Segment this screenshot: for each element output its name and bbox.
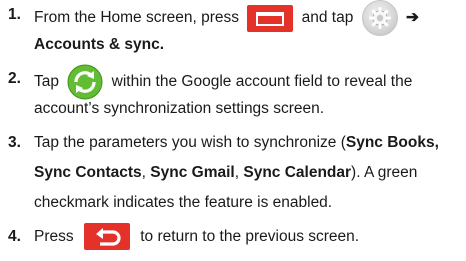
step-text: Press — [34, 228, 74, 245]
step-number: 1. — [8, 6, 21, 23]
back-icon — [83, 223, 130, 251]
instruction-list: 1. From the Home screen, press and tap ➔… — [0, 0, 466, 261]
step-text: within the Google account field to revea… — [111, 73, 413, 91]
sync-gmail-label: Sync Gmail — [150, 164, 235, 181]
menu-icon — [247, 4, 294, 32]
step-1-line-1: From the Home screen, press and tap ➔ — [34, 0, 460, 36]
step-4-line-1: Press to return to the previous screen. — [34, 222, 460, 252]
step-text: Tap — [34, 73, 59, 91]
step-text: Tap the parameters you wish to synchroni… — [34, 134, 346, 151]
accounts-sync-label: Accounts & sync. — [34, 36, 165, 53]
step-2-line-1: Tap within the Google account field to r… — [34, 64, 460, 100]
step-number: 3. — [8, 134, 21, 151]
step-3-line-1: Tap the parameters you wish to synchroni… — [34, 128, 460, 158]
sync-calendar-label: Sync Calendar — [243, 164, 352, 181]
step-text: ). A green — [351, 164, 418, 181]
step-3-line-3: checkmark indicates the feature is enabl… — [34, 194, 333, 211]
arrow-icon: ➔ — [405, 9, 419, 27]
sync-books-label: Sync Books, — [345, 134, 439, 151]
step-3-line-2: Sync Contacts, Sync Gmail, Sync Calendar… — [34, 164, 418, 181]
step-text: and tap — [301, 9, 354, 27]
settings-gear-icon — [361, 0, 398, 36]
step-number: 2. — [8, 70, 21, 87]
step-text: From the Home screen, press — [34, 9, 240, 27]
step-number: 4. — [8, 228, 21, 245]
sync-icon — [67, 64, 103, 100]
step-text: to return to the previous screen. — [140, 228, 360, 245]
sync-contacts-label: Sync Contacts — [34, 164, 142, 181]
